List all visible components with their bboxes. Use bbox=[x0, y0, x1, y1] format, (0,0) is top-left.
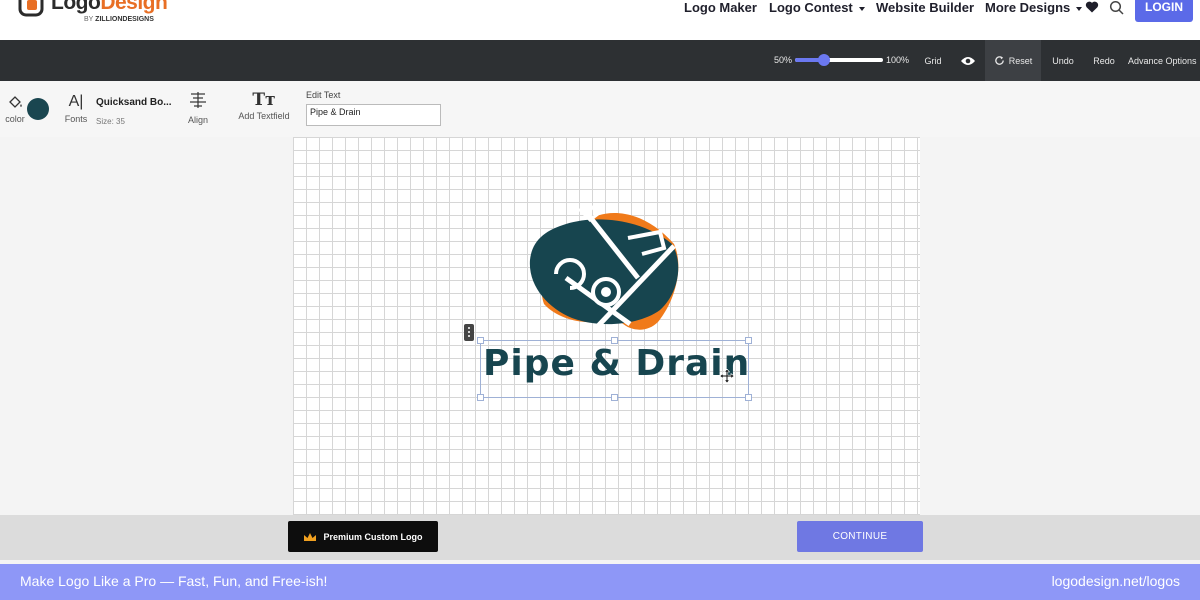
text-field-icon: Tт bbox=[252, 90, 276, 110]
redo-button[interactable]: Redo bbox=[1087, 40, 1121, 81]
add-textfield-label: Add Textfield bbox=[238, 111, 290, 121]
reset-icon bbox=[994, 56, 1004, 65]
redo-label: Redo bbox=[1093, 55, 1115, 66]
crown-icon bbox=[304, 532, 317, 541]
nav-more-designs-label: More Designs bbox=[985, 0, 1071, 15]
fonts-label: Fonts bbox=[64, 114, 88, 124]
canvas-toolbar: 50% 100% Grid Reset Undo Redo Advance Op… bbox=[0, 40, 1200, 81]
fonts-tool[interactable]: A| Fonts bbox=[62, 93, 90, 125]
nav-website-builder-label: Website Builder bbox=[876, 0, 975, 15]
nav-website-builder[interactable]: Website Builder bbox=[876, 0, 974, 15]
brand-name-dark: Logo bbox=[51, 0, 101, 14]
color-tool[interactable]: color bbox=[3, 95, 27, 124]
preview-button[interactable] bbox=[950, 40, 985, 81]
logo-text[interactable]: Pipe & Drain bbox=[483, 343, 749, 384]
nav-logo-contest-label: Logo Contest bbox=[769, 0, 853, 15]
font-name[interactable]: Quicksand Bo... bbox=[96, 97, 172, 108]
reset-label: Reset bbox=[1008, 55, 1033, 66]
color-label: color bbox=[5, 114, 25, 124]
login-button[interactable]: LOGIN bbox=[1135, 0, 1193, 22]
grid-label: Grid bbox=[924, 55, 942, 66]
chevron-down-icon bbox=[858, 6, 865, 11]
undo-label: Undo bbox=[1052, 55, 1074, 66]
nav-more-designs[interactable]: More Designs bbox=[985, 0, 1083, 15]
zoom-slider-thumb[interactable] bbox=[817, 54, 830, 66]
paint-bucket-icon bbox=[9, 96, 22, 108]
align-label: Align bbox=[187, 115, 208, 125]
nav-logo-maker-label: Logo Maker bbox=[684, 0, 757, 15]
undo-button[interactable]: Undo bbox=[1045, 40, 1081, 81]
resize-handle-bottom-left[interactable] bbox=[477, 394, 484, 401]
add-textfield-tool[interactable]: Tт Add Textfield bbox=[236, 91, 292, 121]
brand-name: LogoDesign bbox=[51, 0, 168, 15]
move-cursor-icon bbox=[720, 369, 734, 383]
footer-url[interactable]: logodesign.net/logos bbox=[1052, 573, 1180, 589]
edit-text-input[interactable]: Pipe & Drain bbox=[306, 104, 441, 126]
promo-footer: Make Logo Like a Pro — Fast, Fun, and Fr… bbox=[0, 564, 1200, 600]
eye-icon bbox=[960, 56, 975, 65]
align-tool[interactable]: Align bbox=[184, 91, 212, 125]
zoom-min-label: 50% bbox=[774, 55, 793, 65]
nav-logo-maker[interactable]: Logo Maker bbox=[684, 0, 757, 15]
wrench-hammer-logo-icon[interactable] bbox=[526, 204, 686, 334]
workspace: Pipe & Drain bbox=[0, 137, 1200, 515]
font-size: Size: 35 bbox=[96, 117, 125, 126]
brand-mark-icon bbox=[18, 0, 44, 17]
footer-tagline: Make Logo Like a Pro — Fast, Fun, and Fr… bbox=[20, 573, 328, 589]
advance-options-label: Advance Options bbox=[1128, 55, 1197, 66]
more-options-icon[interactable] bbox=[464, 324, 474, 341]
premium-label: Premium Custom Logo bbox=[323, 531, 423, 542]
font-icon: A| bbox=[68, 93, 84, 110]
color-swatch[interactable] bbox=[27, 98, 49, 120]
zoom-slider[interactable] bbox=[795, 54, 883, 66]
resize-handle-bottom-right[interactable] bbox=[745, 394, 752, 401]
brand-by-company: ZILLIONDESIGNS bbox=[95, 16, 154, 23]
premium-custom-logo-button[interactable]: Premium Custom Logo bbox=[288, 521, 438, 552]
brand-name-accent: Design bbox=[100, 0, 168, 14]
reset-button[interactable]: Reset bbox=[985, 40, 1041, 81]
brand-byline: BY ZILLIONDESIGNS bbox=[84, 16, 154, 23]
chevron-down-icon bbox=[1076, 6, 1083, 11]
zoom-max-label: 100% bbox=[886, 55, 910, 65]
edit-text-label: Edit Text bbox=[306, 90, 341, 100]
text-tools-panel: color A| Fonts Quicksand Bo... Size: 35 … bbox=[0, 81, 1200, 137]
top-navbar: LogoDesign BY ZILLIONDESIGNS Logo Maker … bbox=[0, 0, 1200, 40]
action-bar: Premium Custom Logo CONTINUE bbox=[0, 515, 1200, 560]
continue-button[interactable]: CONTINUE bbox=[797, 521, 923, 552]
heart-icon[interactable] bbox=[1085, 0, 1099, 14]
nav-logo-contest[interactable]: Logo Contest bbox=[769, 0, 865, 15]
brand-by-prefix: BY bbox=[84, 16, 94, 23]
align-icon bbox=[190, 92, 206, 108]
design-canvas[interactable]: Pipe & Drain bbox=[293, 137, 920, 515]
advance-options-button[interactable]: Advance Options bbox=[1128, 40, 1200, 81]
grid-toggle[interactable]: Grid bbox=[916, 40, 950, 81]
resize-handle-bottom[interactable] bbox=[611, 394, 618, 401]
search-icon[interactable] bbox=[1109, 0, 1125, 16]
